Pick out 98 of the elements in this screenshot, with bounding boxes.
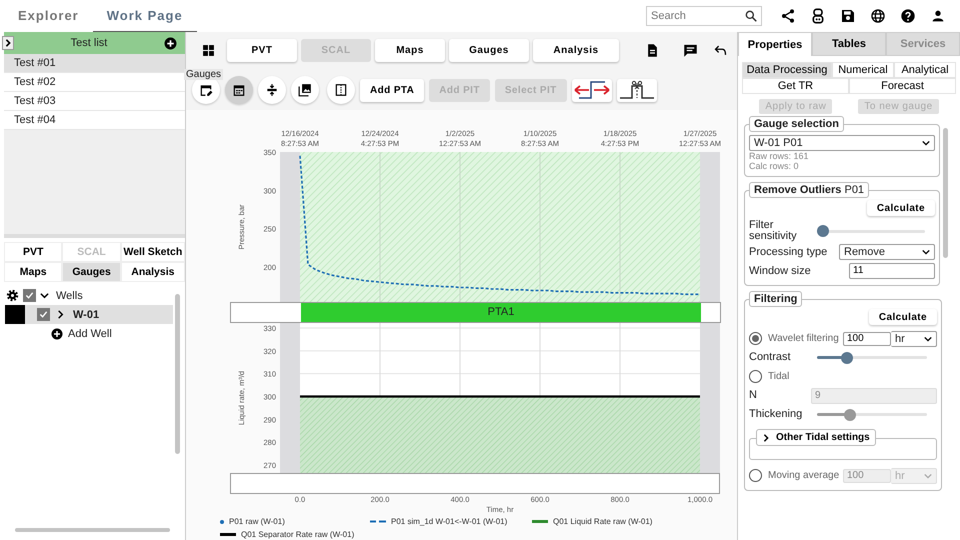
legend-label: P01 raw (W-01) [229, 517, 285, 526]
user-icon[interactable] [930, 8, 946, 24]
field-label: Filter sensitivity [749, 220, 798, 242]
save-icon[interactable] [840, 8, 856, 24]
caret-icon [922, 248, 930, 254]
test-list-item[interactable]: Test #01 [4, 54, 185, 73]
info-text: Raw rows: 161 [749, 151, 810, 161]
scrollbar[interactable] [15, 528, 170, 532]
scrollbar[interactable] [943, 128, 948, 258]
shift-step-button[interactable] [572, 78, 612, 102]
sub-tab[interactable]: Data Processing [742, 62, 832, 78]
window-size-field[interactable]: 11 [849, 262, 935, 278]
checkbox[interactable] [37, 308, 50, 321]
processing-type-select[interactable]: Remove [839, 244, 935, 260]
comment-icon[interactable] [683, 42, 698, 58]
toolbar-tab[interactable]: PVT [227, 38, 297, 62]
add-icon[interactable] [51, 328, 63, 340]
value-field[interactable]: 100 [843, 332, 891, 346]
split-icon [334, 83, 348, 97]
help-icon[interactable] [900, 8, 916, 24]
tree-item-label: Wells [56, 290, 83, 302]
legend-label: Q01 Separator Rate raw (W-01) [241, 530, 354, 539]
sub-tab[interactable]: Get TR [742, 78, 849, 94]
compress-icon [265, 83, 279, 97]
split-button[interactable] [327, 76, 355, 104]
search-icon[interactable] [744, 9, 758, 23]
calculate-button[interactable]: Calculate [868, 309, 937, 325]
chevron-right-icon[interactable] [56, 310, 65, 319]
toolbar-tab[interactable]: Analysis [533, 38, 619, 62]
radio-button[interactable] [749, 332, 762, 345]
radio-label: Moving average [768, 470, 840, 481]
scrollbar[interactable] [175, 294, 180, 454]
field-label: N [749, 390, 758, 401]
action-button[interactable]: Add PTA [360, 78, 424, 102]
calendar-button[interactable] [225, 76, 253, 104]
robot-icon[interactable] [810, 8, 826, 24]
module-tab[interactable]: Analysis [120, 262, 185, 282]
image-stack-icon [298, 83, 312, 97]
sub-tab[interactable]: Forecast [849, 78, 956, 94]
tooltip: Gauges [184, 69, 224, 80]
unit-select[interactable]: hr [891, 330, 937, 346]
legend-label: P01 sim_1d W-01<-W-01 (W-01) [391, 517, 508, 526]
module-tab[interactable]: Gauges [62, 262, 121, 282]
add-well-link[interactable]: Add Well [68, 328, 112, 340]
field-label: Processing type [749, 246, 828, 258]
tree-item[interactable]: W-01 [25, 305, 173, 324]
chevron-down-icon[interactable] [40, 291, 49, 300]
caret-icon [924, 336, 932, 342]
radio-label: Tidal [768, 371, 790, 382]
add-icon[interactable] [164, 36, 177, 50]
color-swatch[interactable] [5, 305, 25, 324]
toolbar-tab[interactable]: Maps [375, 38, 445, 62]
field-label: Thickening [749, 409, 804, 420]
field-label: Window size [749, 264, 812, 276]
gauge-select[interactable]: W-01 P01 [749, 135, 935, 151]
caret-icon [922, 140, 930, 146]
cut-step-button[interactable] [616, 78, 657, 102]
sub-tab[interactable]: Analytical [894, 62, 956, 78]
toolbar-tab[interactable]: Gauges [449, 38, 529, 62]
grid-icon[interactable] [202, 44, 215, 56]
scissors-step-icon [618, 80, 656, 100]
slider-thumb[interactable] [817, 225, 829, 237]
module-tab[interactable]: Maps [4, 262, 62, 282]
radio-button[interactable] [749, 370, 762, 383]
globe-icon[interactable] [870, 8, 886, 24]
field-label: Contrast [749, 352, 792, 363]
section-title: Remove Outliers P01 [749, 182, 870, 198]
radio-label: Wavelet filtering [768, 333, 840, 344]
checkbox[interactable] [23, 289, 36, 302]
calendar-icon [232, 83, 246, 97]
section-title: Gauge selection [749, 116, 844, 132]
tree-item-label: W-01 [73, 308, 100, 320]
legend-label: Q01 Liquid Rate raw (W-01) [553, 517, 652, 526]
calculate-button[interactable]: Calculate [866, 200, 935, 216]
chevron-right-icon [4, 39, 12, 47]
panel-tab[interactable]: Properties [738, 32, 812, 56]
gear-icon[interactable] [6, 289, 19, 302]
compress-button[interactable] [258, 76, 286, 104]
pta-band[interactable]: PTA1 [301, 303, 701, 322]
list-title: Test list [70, 37, 108, 49]
images-button[interactable] [291, 76, 319, 104]
info-text: Calc rows: 0 [749, 161, 800, 171]
page-tab[interactable]: Explorer [0, 0, 93, 32]
document-icon[interactable] [645, 42, 660, 58]
slider-thumb[interactable] [840, 352, 853, 364]
step-arrows-icon [572, 80, 611, 100]
section-title: Filtering [749, 291, 802, 307]
module-tab[interactable]: PVT [4, 242, 62, 262]
caret-icon [924, 472, 932, 478]
search-field[interactable]: Search [646, 6, 762, 26]
calendar-edit-icon [199, 83, 213, 97]
undo-icon[interactable] [713, 42, 728, 58]
share-icon[interactable] [780, 8, 796, 24]
expand-button[interactable] [2, 36, 14, 50]
panel-tab[interactable]: Tables [812, 32, 886, 56]
sub-tab[interactable]: Numerical [832, 62, 894, 78]
group-toggle[interactable]: Other Tidal settings [756, 429, 876, 446]
module-tab[interactable]: Well Sketch [120, 242, 185, 262]
